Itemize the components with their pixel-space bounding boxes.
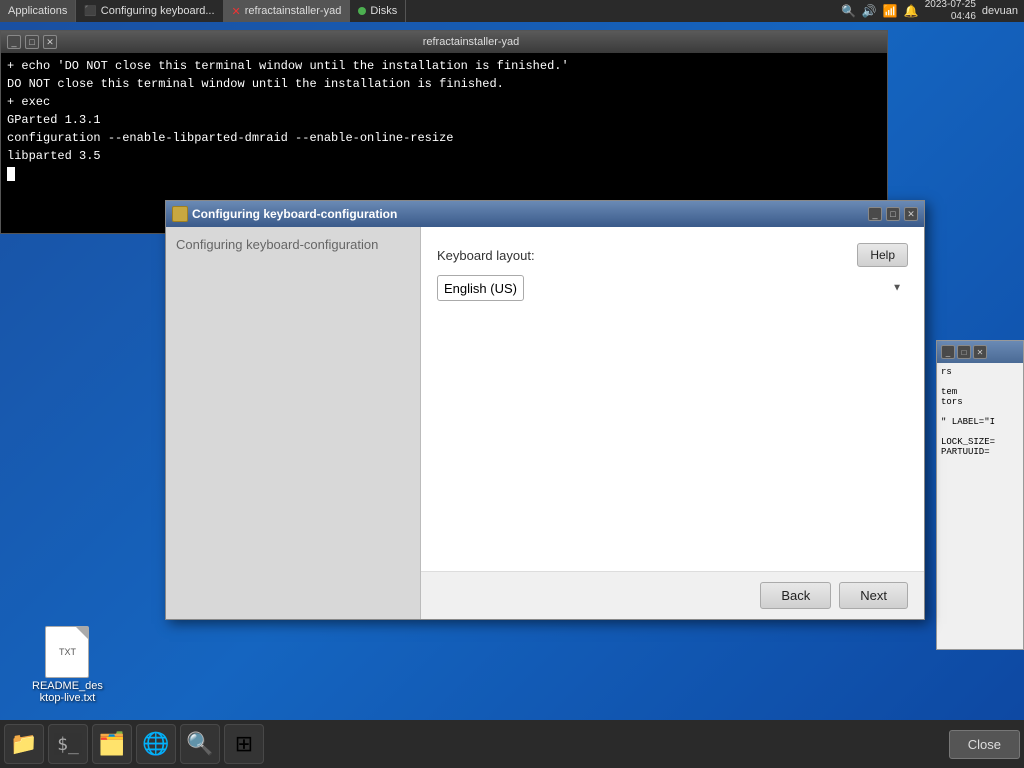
t2-line-6: " LABEL="I [941, 417, 1019, 427]
datetime-display: 2023-07-2504:46 [925, 0, 976, 23]
dialog-maximize-btn[interactable]: □ [886, 207, 900, 221]
dialog-footer: Back Next [421, 571, 924, 619]
apps-taskbar-icon[interactable]: ⊞ [224, 724, 264, 764]
system-tray: 🔍 🔊 📶 🔔 2023-07-2504:46 devuan [835, 0, 1024, 23]
applications-menu[interactable]: Applications [0, 0, 76, 22]
dropdown-row: English (US) English (UK) German French … [421, 267, 924, 301]
terminal-title: refractainstaller-yad [61, 36, 881, 48]
terminal-window-2: _ □ ✕ rs tem tors " LABEL="I LOCK_SIZE= … [936, 340, 1024, 650]
t2-line-5 [941, 407, 1019, 417]
filemanager-taskbar-icon[interactable]: 🗂️ [92, 724, 132, 764]
t2-line-4: tors [941, 397, 1019, 407]
tab-x-icon: ✕ [232, 5, 241, 18]
keyboard-layout-select[interactable]: English (US) English (UK) German French … [437, 275, 524, 301]
readme-icon-image: TXT [43, 628, 91, 676]
dialog-titlebar: Configuring keyboard-configuration _ □ ✕ [166, 201, 924, 227]
terminal-taskbar-icon[interactable]: $_ [48, 724, 88, 764]
terminal-minimize-btn[interactable]: _ [7, 35, 21, 49]
dialog-title: Configuring keyboard-configuration [192, 207, 864, 221]
readme-desktop-icon[interactable]: TXT README_desktop-live.txt [28, 624, 107, 708]
dialog-main-content [421, 301, 924, 571]
keyboard-config-dialog: Configuring keyboard-configuration _ □ ✕… [165, 200, 925, 620]
terminal-cursor [7, 167, 15, 181]
t2-line-7 [941, 427, 1019, 437]
terminal-line-5: configuration --enable-libparted-dmraid … [7, 129, 881, 147]
dialog-sidebar-label: Configuring keyboard-configuration [176, 237, 378, 252]
close-button[interactable]: Close [949, 730, 1020, 759]
layout-select-wrapper: English (US) English (UK) German French … [437, 275, 908, 301]
taskbar-bottom: 📁 $_ 🗂️ 🌐 🔍 ⊞ Close [0, 720, 1024, 768]
dialog-folder-icon [172, 206, 188, 222]
keyboard-layout-label: Keyboard layout: [437, 248, 847, 263]
grid-icon: ⊞ [235, 731, 253, 757]
apps-label: Applications [8, 5, 67, 17]
terminal-maximize-btn[interactable]: □ [25, 35, 39, 49]
taskbar-top: Applications ⬛ Configuring keyboard... ✕… [0, 0, 1024, 22]
terminal-line-1: + echo 'DO NOT close this terminal windo… [7, 57, 881, 75]
tab-keyboard-label: Configuring keyboard... [101, 5, 215, 17]
network-tray-icon[interactable]: 📶 [883, 4, 898, 18]
volume-tray-icon[interactable]: 🔊 [862, 4, 877, 18]
terminal-line-4: GParted 1.3.1 [7, 111, 881, 129]
search-tray-icon[interactable]: 🔍 [841, 4, 856, 18]
magnifier-icon: 🔍 [186, 731, 213, 757]
bell-tray-icon[interactable]: 🔔 [904, 4, 919, 18]
tab-disks[interactable]: Disks [350, 0, 406, 22]
search-taskbar-icon[interactable]: 🔍 [180, 724, 220, 764]
terminal-line-6: libparted 3.5 [7, 147, 881, 165]
terminal-icon: $_ [54, 733, 82, 755]
select-dropdown-arrow: ▼ [892, 283, 902, 294]
dialog-close-btn[interactable]: ✕ [904, 207, 918, 221]
dialog-sidebar: Configuring keyboard-configuration [166, 227, 421, 619]
filemanager-icon: 🗂️ [98, 731, 125, 757]
terminal-titlebar: _ □ ✕ refractainstaller-yad [1, 31, 887, 53]
t2-minimize-btn[interactable]: _ [941, 345, 955, 359]
terminal-2-titlebar: _ □ ✕ [937, 341, 1023, 363]
txt-file-icon: TXT [45, 626, 89, 678]
tab-refracta-label: refractainstaller-yad [245, 5, 342, 17]
tab-disks-label: Disks [370, 5, 397, 17]
tab-refractainstaller[interactable]: ✕ refractainstaller-yad [224, 0, 351, 22]
help-button[interactable]: Help [857, 243, 908, 267]
browser-taskbar-icon[interactable]: 🌐 [136, 724, 176, 764]
window-tabs: ⬛ Configuring keyboard... ✕ refractainst… [76, 0, 835, 22]
readme-icon-label: README_desktop-live.txt [32, 680, 103, 704]
folder-icon: 📁 [10, 731, 37, 757]
t2-line-1: rs [941, 367, 1019, 377]
back-button[interactable]: Back [760, 582, 831, 609]
terminal-cursor-line [7, 165, 881, 183]
next-button[interactable]: Next [839, 582, 908, 609]
dialog-main: Keyboard layout: Help English (US) Engli… [421, 227, 924, 619]
username-display: devuan [982, 5, 1018, 17]
files-taskbar-icon[interactable]: 📁 [4, 724, 44, 764]
dialog-minimize-btn[interactable]: _ [868, 207, 882, 221]
terminal-2-content: rs tem tors " LABEL="I LOCK_SIZE= PARTUU… [937, 363, 1023, 649]
tab-configuring-keyboard[interactable]: ⬛ Configuring keyboard... [76, 0, 223, 22]
t2-close-btn[interactable]: ✕ [973, 345, 987, 359]
t2-line-9: PARTUUID= [941, 447, 1019, 457]
tab-icon-term: ⬛ [84, 6, 96, 17]
t2-line-2 [941, 377, 1019, 387]
t2-line-8: LOCK_SIZE= [941, 437, 1019, 447]
t2-line-3: tem [941, 387, 1019, 397]
globe-icon: 🌐 [142, 731, 169, 757]
tab-disks-dot [358, 7, 366, 15]
terminal-line-2: DO NOT close this terminal window until … [7, 75, 881, 93]
terminal-line-3: + exec [7, 93, 881, 111]
terminal-close-btn[interactable]: ✕ [43, 35, 57, 49]
dialog-body: Configuring keyboard-configuration Keybo… [166, 227, 924, 619]
dialog-main-top: Keyboard layout: Help [421, 227, 924, 267]
t2-maximize-btn[interactable]: □ [957, 345, 971, 359]
